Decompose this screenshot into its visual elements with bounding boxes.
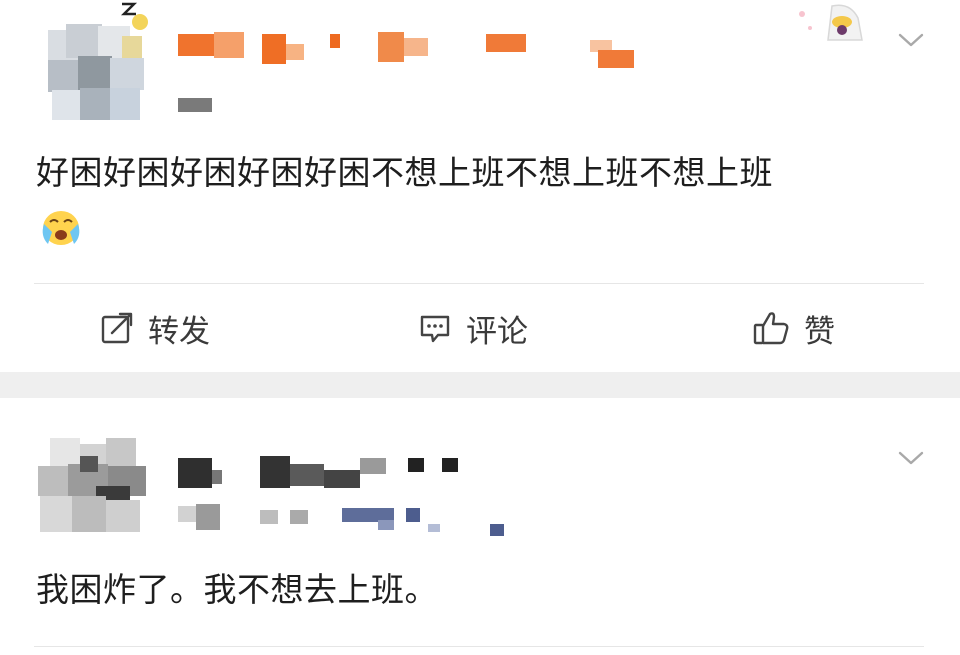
post-meta-redacted (178, 96, 218, 116)
sticker-decoration (799, 4, 863, 41)
username-redacted[interactable] (178, 456, 468, 492)
comment-button[interactable]: 评论 (418, 306, 528, 350)
post-meta-redacted (178, 502, 508, 536)
post-separator (0, 372, 960, 398)
divider (34, 283, 924, 284)
like-button[interactable]: 赞 (752, 306, 835, 350)
thumbs-up-icon (753, 312, 789, 345)
post-menu-chevron[interactable] (898, 450, 924, 466)
weibo-post: 我困炸了。我不想去上班。 (0, 398, 960, 655)
like-label: 赞 (804, 313, 835, 350)
crying-emoji-icon (42, 211, 80, 245)
post-menu-chevron[interactable] (898, 32, 924, 48)
repost-label: 转发 (148, 313, 210, 350)
comment-icon (420, 315, 450, 343)
divider (34, 646, 924, 647)
weibo-post: 好困好困好困好困好困不想上班不想上班不想上班 转发 评论 赞 (0, 0, 960, 372)
comment-label: 评论 (466, 313, 528, 350)
user-avatar[interactable] (36, 438, 152, 538)
post-text: 我困炸了。我不想去上班。 (36, 570, 438, 609)
post-actions: 转发 评论 赞 (0, 296, 960, 360)
chevron-down-icon (898, 33, 924, 47)
chevron-down-icon (898, 451, 924, 465)
post-text: 好困好困好困好困好困不想上班不想上班不想上班 (36, 153, 773, 192)
user-avatar[interactable] (48, 24, 160, 124)
repost-button[interactable]: 转发 (100, 306, 210, 350)
repost-icon (101, 312, 133, 344)
username-redacted[interactable] (178, 30, 638, 70)
badge-icon (120, 2, 148, 30)
